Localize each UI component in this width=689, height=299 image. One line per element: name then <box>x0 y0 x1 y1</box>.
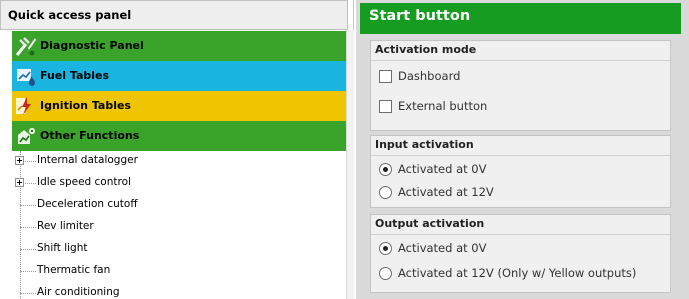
quick-access-panel-title: Quick access panel <box>0 0 348 30</box>
other-functions-icon <box>18 128 35 144</box>
tree-item-shift-light[interactable]: Shift light <box>20 239 340 261</box>
output-12v-label: Activated at 12V (Only w/ Yellow outputs… <box>398 266 637 280</box>
diagnostic-icon <box>15 37 36 56</box>
input-0v-radio[interactable] <box>379 163 392 176</box>
fuel-icon <box>17 69 35 86</box>
category-diagnostic-panel[interactable]: Diagnostic Panel <box>12 31 346 61</box>
activation-mode-title: Activation mode <box>375 43 477 56</box>
tree-branch-line <box>20 205 36 206</box>
input-0v-label: Activated at 0V <box>398 162 487 176</box>
tree-branch-line <box>20 227 36 228</box>
category-label: Fuel Tables <box>40 69 110 82</box>
tree-item-label: Internal datalogger <box>37 154 138 166</box>
category-ignition-tables[interactable]: Ignition Tables <box>12 91 346 121</box>
functions-tree: Internal datalogger Idle speed control D… <box>0 151 346 299</box>
input-activation-title: Input activation <box>375 138 474 151</box>
dashboard-checkbox[interactable] <box>379 70 392 83</box>
tree-item-label: Idle speed control <box>37 176 131 188</box>
external-button-label: External button <box>398 99 488 113</box>
panel-scroll-strip[interactable] <box>346 30 354 299</box>
output-0v-label: Activated at 0V <box>398 241 487 255</box>
output-activation-group: Output activation Activated at 0V Activa… <box>370 214 671 293</box>
tree-item-label: Shift light <box>37 242 88 254</box>
quick-access-panel: Quick access panel Diagnostic Panel Fuel… <box>0 0 354 299</box>
tree-item-thermatic-fan[interactable]: Thermatic fan <box>20 261 340 283</box>
output-0v-radio[interactable] <box>379 242 392 255</box>
group-divider <box>371 155 670 156</box>
category-fuel-tables[interactable]: Fuel Tables <box>12 61 346 91</box>
group-divider <box>371 60 670 61</box>
tree-branch-line <box>20 249 36 250</box>
tree-item-rev-limiter[interactable]: Rev limiter <box>20 217 340 239</box>
tree-item-label: Thermatic fan <box>37 264 111 276</box>
tree-item-idle-speed-control[interactable]: Idle speed control <box>15 173 340 195</box>
category-label: Diagnostic Panel <box>40 39 144 52</box>
tree-branch-line <box>20 293 36 294</box>
tree-item-label: Air conditioning <box>37 286 120 298</box>
tree-item-internal-datalogger[interactable]: Internal datalogger <box>15 151 340 173</box>
ignition-icon <box>16 97 31 115</box>
external-button-checkbox[interactable] <box>379 100 392 113</box>
expand-icon[interactable] <box>15 178 24 187</box>
tree-item-deceleration-cutoff[interactable]: Deceleration cutoff <box>20 195 340 217</box>
category-other-functions[interactable]: Other Functions <box>12 121 346 151</box>
tree-item-label: Deceleration cutoff <box>37 198 138 210</box>
tree-branch-line <box>20 271 36 272</box>
tree-item-air-conditioning[interactable]: Air conditioning <box>20 283 340 299</box>
output-12v-radio[interactable] <box>379 267 392 280</box>
input-12v-label: Activated at 12V <box>398 185 494 199</box>
expand-icon[interactable] <box>15 156 24 165</box>
activation-mode-group: Activation mode Dashboard External butto… <box>370 40 671 131</box>
tree-item-label: Rev limiter <box>37 220 94 232</box>
category-label: Ignition Tables <box>40 99 131 112</box>
start-button-panel: Start button Activation mode Dashboard E… <box>356 0 689 299</box>
output-activation-title: Output activation <box>375 217 485 230</box>
group-divider <box>371 234 670 235</box>
dashboard-label: Dashboard <box>398 69 461 83</box>
start-button-title: Start button <box>360 3 681 34</box>
input-activation-group: Input activation Activated at 0V Activat… <box>370 135 671 208</box>
input-12v-radio[interactable] <box>379 186 392 199</box>
category-label: Other Functions <box>40 129 140 142</box>
